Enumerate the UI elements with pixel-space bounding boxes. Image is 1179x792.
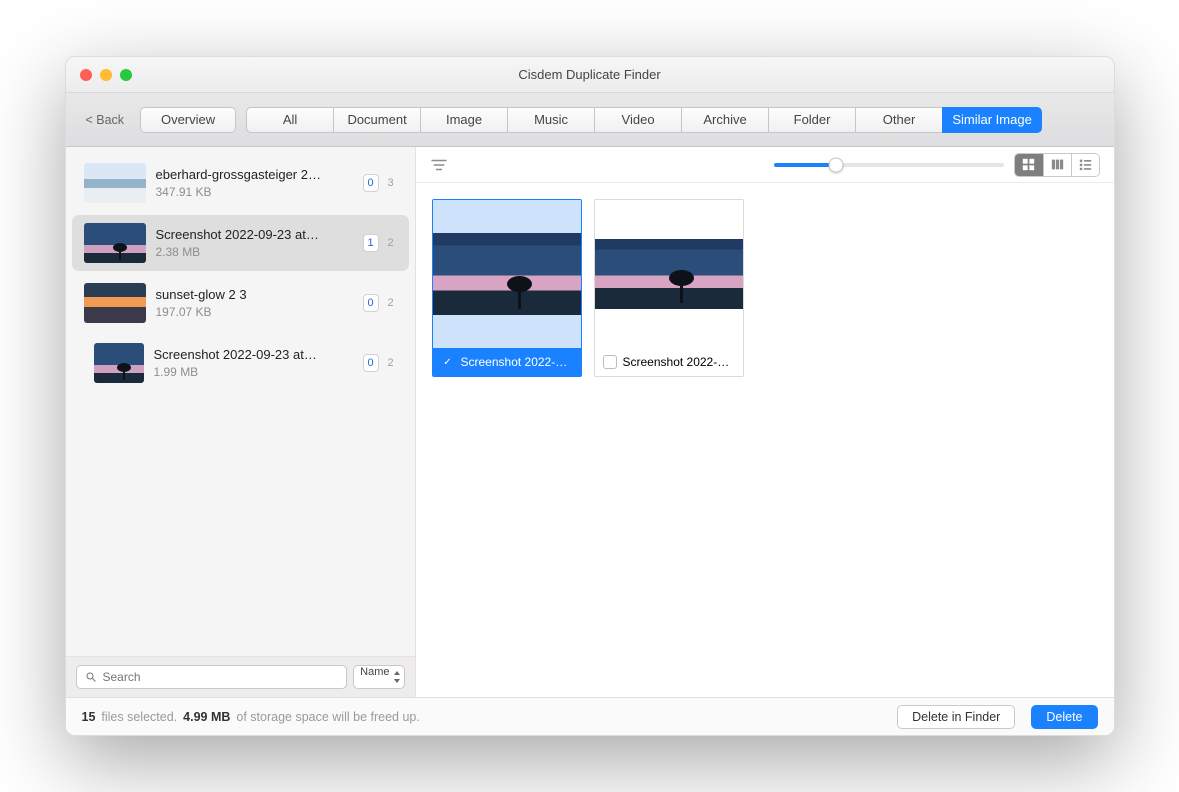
window-title: Cisdem Duplicate Finder bbox=[66, 67, 1114, 82]
thumbnail-icon bbox=[84, 163, 146, 203]
filter-icon[interactable] bbox=[430, 158, 448, 172]
content-area: eberhard-grossgasteiger 2… 347.91 KB 0 3… bbox=[66, 147, 1114, 697]
search-field[interactable] bbox=[103, 670, 339, 684]
group-name: sunset-glow 2 3 bbox=[156, 287, 353, 302]
toolbar: < Back Overview All Document Image Music… bbox=[66, 93, 1114, 147]
freed-size: 4.99 MB bbox=[183, 710, 230, 724]
duplicate-groups-list: eberhard-grossgasteiger 2… 347.91 KB 0 3… bbox=[66, 147, 415, 656]
image-card[interactable]: Screenshot 2022-0… bbox=[594, 199, 744, 377]
total-count: 2 bbox=[383, 294, 399, 312]
category-tabs: All Document Image Music Video Archive F… bbox=[246, 107, 1042, 133]
view-mode-toggle bbox=[1014, 153, 1100, 177]
columns-icon bbox=[1051, 158, 1064, 171]
image-preview bbox=[595, 200, 743, 348]
delete-in-finder-button[interactable]: Delete in Finder bbox=[897, 705, 1015, 729]
tab-image[interactable]: Image bbox=[420, 107, 508, 133]
list-item[interactable]: Screenshot 2022-09-23 at… 1.99 MB 0 2 bbox=[72, 335, 409, 391]
selected-count: 0 bbox=[363, 354, 379, 372]
image-card[interactable]: ✓ Screenshot 2022-0… bbox=[432, 199, 582, 377]
view-list-button[interactable] bbox=[1071, 154, 1099, 176]
overview-button[interactable]: Overview bbox=[140, 107, 236, 133]
search-icon bbox=[85, 671, 97, 683]
tab-folder[interactable]: Folder bbox=[768, 107, 856, 133]
list-item[interactable]: Screenshot 2022-09-23 at… 2.38 MB 1 2 bbox=[72, 215, 409, 271]
slider-knob[interactable] bbox=[828, 157, 843, 172]
total-count: 2 bbox=[383, 354, 399, 372]
list-icon bbox=[1079, 158, 1092, 171]
group-name: eberhard-grossgasteiger 2… bbox=[156, 167, 353, 182]
thumbnail-icon bbox=[84, 223, 146, 263]
status-text: of storage space will be freed up. bbox=[236, 710, 419, 724]
main-panel: ✓ Screenshot 2022-0… Screenshot 2022-0… bbox=[416, 147, 1114, 697]
back-button[interactable]: < Back bbox=[80, 109, 131, 131]
group-name: Screenshot 2022-09-23 at… bbox=[154, 347, 353, 362]
thumbnail-size-slider[interactable] bbox=[774, 163, 1004, 167]
image-caption: Screenshot 2022-0… bbox=[461, 355, 573, 369]
titlebar: Cisdem Duplicate Finder bbox=[66, 57, 1114, 93]
status-bar: 15 files selected. 4.99 MB of storage sp… bbox=[66, 697, 1114, 735]
view-columns-button[interactable] bbox=[1043, 154, 1071, 176]
list-item[interactable]: sunset-glow 2 3 197.07 KB 0 2 bbox=[72, 275, 409, 331]
status-text: files selected. bbox=[101, 710, 177, 724]
tab-similar-image[interactable]: Similar Image bbox=[942, 107, 1042, 133]
tab-all[interactable]: All bbox=[246, 107, 334, 133]
image-grid: ✓ Screenshot 2022-0… Screenshot 2022-0… bbox=[416, 183, 1114, 393]
group-size: 347.91 KB bbox=[156, 185, 353, 199]
total-count: 3 bbox=[383, 174, 399, 192]
list-item[interactable]: eberhard-grossgasteiger 2… 347.91 KB 0 3 bbox=[72, 155, 409, 211]
select-checkbox[interactable]: ✓ bbox=[441, 355, 455, 369]
group-size: 197.07 KB bbox=[156, 305, 353, 319]
tab-document[interactable]: Document bbox=[333, 107, 421, 133]
delete-button[interactable]: Delete bbox=[1031, 705, 1097, 729]
selected-file-count: 15 bbox=[82, 710, 96, 724]
sort-select[interactable]: Name bbox=[353, 665, 404, 689]
total-count: 2 bbox=[383, 234, 399, 252]
grid-icon bbox=[1022, 158, 1035, 171]
thumbnail-icon bbox=[94, 343, 144, 383]
view-grid-button[interactable] bbox=[1015, 154, 1043, 176]
selected-count: 0 bbox=[363, 294, 379, 312]
image-preview bbox=[433, 200, 581, 348]
sidebar: eberhard-grossgasteiger 2… 347.91 KB 0 3… bbox=[66, 147, 416, 697]
thumbnail-icon bbox=[84, 283, 146, 323]
tab-video[interactable]: Video bbox=[594, 107, 682, 133]
select-checkbox[interactable] bbox=[603, 355, 617, 369]
group-size: 2.38 MB bbox=[156, 245, 353, 259]
tab-other[interactable]: Other bbox=[855, 107, 943, 133]
tab-archive[interactable]: Archive bbox=[681, 107, 769, 133]
tab-music[interactable]: Music bbox=[507, 107, 595, 133]
search-input[interactable] bbox=[76, 665, 348, 689]
main-toolbar bbox=[416, 147, 1114, 183]
image-caption: Screenshot 2022-0… bbox=[623, 355, 735, 369]
group-size: 1.99 MB bbox=[154, 365, 353, 379]
selected-count: 0 bbox=[363, 174, 379, 192]
selected-count: 1 bbox=[363, 234, 379, 252]
sidebar-footer: Name bbox=[66, 656, 415, 697]
app-window: Cisdem Duplicate Finder < Back Overview … bbox=[65, 56, 1115, 736]
group-name: Screenshot 2022-09-23 at… bbox=[156, 227, 353, 242]
